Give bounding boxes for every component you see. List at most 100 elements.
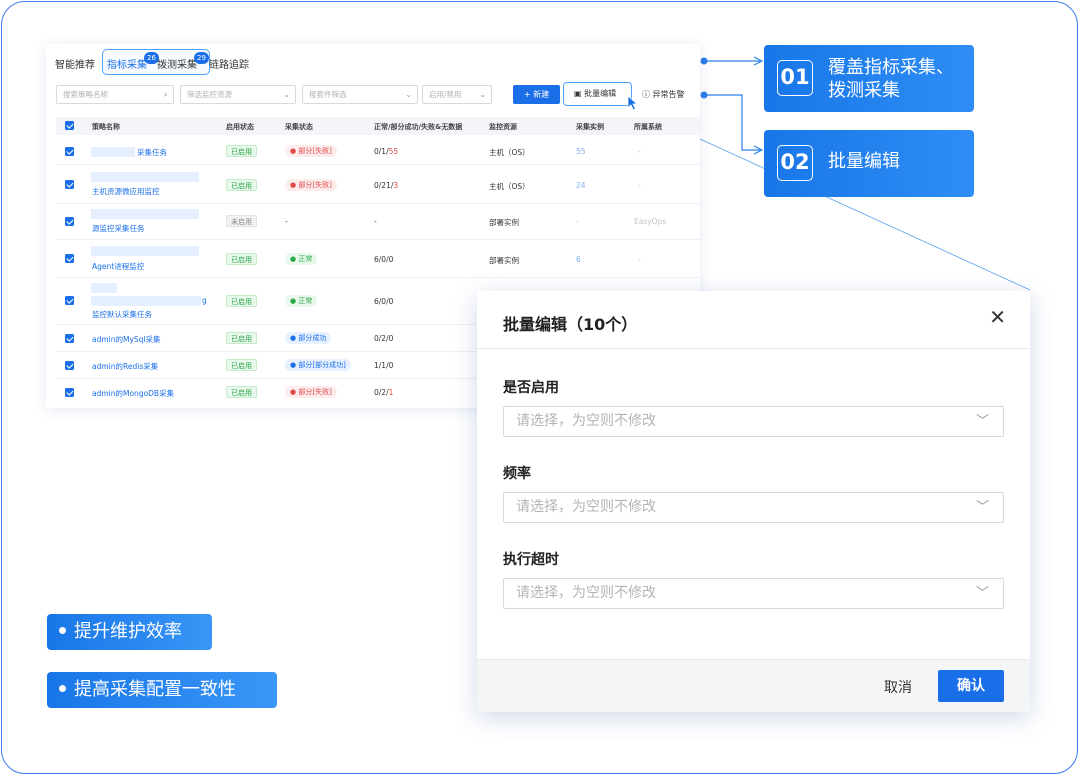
search-input[interactable]: 搜索策略名称 ⌕ <box>56 85 174 104</box>
counts: 0/21/3 <box>374 181 399 190</box>
masked-text <box>91 209 199 219</box>
tab-metric-collect[interactable]: 指标采集 <box>107 56 147 71</box>
state-pill: ● 部分[失败] <box>285 386 337 398</box>
row-checkbox[interactable] <box>65 361 74 370</box>
instances: 55 <box>576 147 586 156</box>
resource-filter[interactable]: 筛选监控资源 ⌄ <box>180 85 296 104</box>
strategy-name[interactable]: 主机资源微应用监控 <box>92 186 160 197</box>
counts: 6/0/0 <box>374 297 394 306</box>
chevron-down-icon: ⌄ <box>283 90 290 99</box>
state-pill: ● 正常 <box>285 253 318 265</box>
strategy-name[interactable]: 监控默认采集任务 <box>92 309 152 320</box>
highlight-efficiency: 提升维护效率 <box>47 614 212 650</box>
field-label-enabled: 是否启用 <box>503 380 559 396</box>
table-row[interactable]: Agent进程监控 已启用 ● 正常 6/0/0 部署实例 6 - <box>56 241 700 278</box>
row-checkbox[interactable] <box>65 296 74 305</box>
resource: 主机（OS） <box>489 182 530 191</box>
field-label-timeout: 执行超时 <box>503 552 559 568</box>
row-checkbox[interactable] <box>65 217 74 226</box>
strategy-name[interactable]: admin的Redis采集 <box>92 361 158 372</box>
modal-title: 批量编辑（10个） <box>503 315 638 334</box>
instances: - <box>576 217 579 226</box>
state-pill: ● 部分[部分成功] <box>285 359 351 371</box>
new-button[interactable]: + 新建 <box>513 85 560 104</box>
col-counts: 正常/部分成功/失败&无数据 <box>374 123 463 131</box>
callout-text: 批量编辑 <box>828 151 900 172</box>
enabled-select[interactable]: 请选择，为空则不修改 ﹀ <box>503 406 1004 437</box>
table-row[interactable]: 采集任务 已启用 ● 部分[失败] 0/1/55 主机（OS） 55 - <box>56 137 700 165</box>
counts: 1/1/0 <box>374 361 394 370</box>
status-filter[interactable]: 启用/禁用 ⌄ <box>422 85 492 104</box>
col-instances: 采集实例 <box>576 123 604 131</box>
table-row[interactable]: 主机资源微应用监控 已启用 ● 部分[失败] 0/21/3 主机（OS） 24 … <box>56 166 700 204</box>
close-icon[interactable]: ✕ <box>989 305 1006 329</box>
system: - <box>638 255 641 264</box>
row-checkbox[interactable] <box>65 147 74 156</box>
package-filter[interactable]: 按套件筛选 ⌄ <box>302 85 418 104</box>
chevron-down-icon: ﹀ <box>975 586 989 601</box>
chevron-down-icon: ⌄ <box>405 90 412 99</box>
enabled-tag: 已启用 <box>226 359 257 371</box>
row-checkbox[interactable] <box>65 254 74 263</box>
instances: 24 <box>576 181 586 190</box>
resource: 部署实例 <box>489 256 519 265</box>
counts: 6/0/0 <box>374 255 394 264</box>
select-all-checkbox[interactable] <box>65 121 74 130</box>
row-checkbox[interactable] <box>65 180 74 189</box>
state-pill: ● 部分[失败] <box>285 179 337 191</box>
row-checkbox[interactable] <box>65 334 74 343</box>
callout-02: 02 批量编辑 <box>764 130 974 197</box>
alert-button[interactable]: ⓘ 异常告警 <box>642 85 698 104</box>
strategy-name[interactable]: admin的MySql采集 <box>92 334 161 345</box>
chevron-down-icon: ﹀ <box>975 414 989 429</box>
confirm-button[interactable]: 确认 <box>938 670 1004 702</box>
info-icon: ⓘ <box>642 90 653 99</box>
timeout-select[interactable]: 请选择，为空则不修改 ﹀ <box>503 578 1004 609</box>
tab-trace[interactable]: 链路追踪 <box>209 56 249 71</box>
state-pill: ● 部分[失败] <box>285 145 337 157</box>
instances: 6 <box>576 255 581 264</box>
bullet-icon <box>59 627 66 634</box>
strategy-name-suffix: g <box>202 296 207 305</box>
strategy-name[interactable]: admin的MongoDB采集 <box>92 388 174 399</box>
masked-text <box>91 172 199 182</box>
filter-row: 搜索策略名称 ⌕ 筛选监控资源 ⌄ 按套件筛选 ⌄ 启用/禁用 ⌄ + 新建 ▣… <box>56 82 698 106</box>
field-label-frequency: 频率 <box>503 466 531 482</box>
masked-text <box>91 296 201 306</box>
col-resource: 监控资源 <box>489 123 517 131</box>
tab-smart-recommend[interactable]: 智能推荐 <box>55 56 95 71</box>
highlight-consistency: 提高采集配置一致性 <box>47 672 277 708</box>
callout-text: 覆盖指标采集、 <box>828 57 954 78</box>
bullet-icon <box>59 685 66 692</box>
tab-bar: 智能推荐 指标采集 26 拨测采集 29 链路追踪 <box>46 44 700 80</box>
tab-dial-collect[interactable]: 拨测采集 <box>157 56 197 71</box>
strategy-name[interactable]: 源监控采集任务 <box>92 223 145 234</box>
batch-edit-modal: 批量编辑（10个） ✕ 是否启用 请选择，为空则不修改 ﹀ 频率 请选择，为空则… <box>477 291 1030 712</box>
strategy-name[interactable]: Agent进程监控 <box>92 261 144 272</box>
state-text: - <box>285 217 288 226</box>
masked-text <box>91 147 135 157</box>
row-checkbox[interactable] <box>65 388 74 397</box>
enabled-tag: 已启用 <box>226 145 257 157</box>
enabled-tag: 已启用 <box>226 253 257 265</box>
enabled-tag: 已启用 <box>226 386 257 398</box>
enabled-tag: 已启用 <box>226 295 257 307</box>
system: EasyOps <box>634 217 667 226</box>
strategy-name[interactable]: 采集任务 <box>137 147 167 158</box>
chevron-down-icon: ⌄ <box>479 90 486 99</box>
system: - <box>638 147 641 156</box>
frequency-select[interactable]: 请选择，为空则不修改 ﹀ <box>503 492 1004 523</box>
state-pill: ● 部分成功 <box>285 332 332 344</box>
counts: 0/2/1 <box>374 388 394 397</box>
batch-edit-button[interactable]: ▣ 批量编辑 <box>563 82 632 106</box>
edit-icon: ▣ <box>574 89 585 98</box>
table-row[interactable]: 源监控采集任务 未启用 - - 部署实例 - EasyOps <box>56 205 700 240</box>
chevron-down-icon: ﹀ <box>975 500 989 515</box>
enabled-tag: 已启用 <box>226 179 257 191</box>
cancel-button[interactable]: 取消 <box>884 677 912 697</box>
masked-text <box>91 283 117 293</box>
col-state: 采集状态 <box>285 123 313 131</box>
counts: - <box>374 217 377 226</box>
masked-text <box>91 246 199 256</box>
col-name: 策略名称 <box>92 123 120 131</box>
